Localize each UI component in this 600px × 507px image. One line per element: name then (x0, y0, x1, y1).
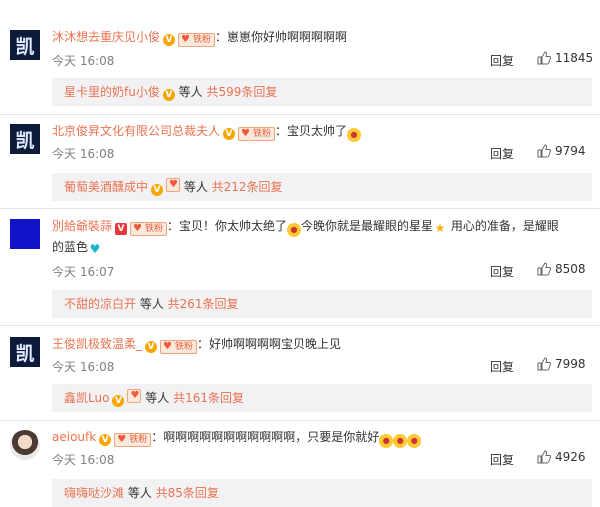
thumb-up-icon (537, 262, 551, 276)
like-button[interactable]: 11845 (537, 51, 593, 65)
emoji-icon: ● (379, 434, 394, 448)
reply-summary[interactable]: 嗨嗨哒沙滩 等人 共85条回复 (52, 479, 592, 507)
reply-button[interactable]: 回复 (490, 358, 514, 375)
like-button[interactable]: 8508 (537, 262, 586, 276)
reply-button[interactable]: 回复 (490, 145, 514, 162)
reply-button[interactable]: 回复 (490, 52, 514, 69)
reply-button[interactable]: 回复 (490, 263, 514, 280)
thumb-up-icon (537, 450, 551, 464)
reply-users[interactable]: 星卡里的奶fu小俊 (64, 85, 160, 99)
avatar[interactable] (10, 430, 40, 460)
username-link[interactable]: 別給爺裝蒜 (52, 219, 112, 233)
comment-text: ：宝贝太帅了 (275, 124, 348, 138)
reply-mid: 等人 (180, 180, 212, 194)
username-link[interactable]: 北京俊昇文化有限公司总裁夫人 (52, 124, 220, 138)
like-button[interactable]: 4926 (537, 450, 586, 464)
comment-time: 今天 16:08 (52, 54, 115, 68)
reply-summary[interactable]: 星卡里的奶fu小俊 V 等人 共599条回复 (52, 78, 592, 106)
thumb-up-icon (537, 51, 551, 65)
like-count: 9794 (555, 144, 586, 158)
like-button[interactable]: 9794 (537, 144, 586, 158)
reply-users[interactable]: 不甜的凉白开 (64, 297, 136, 311)
verified-v-icon: V (163, 34, 176, 46)
thumb-up-icon (537, 144, 551, 158)
verified-v-icon: V (162, 89, 175, 101)
reply-count-link[interactable]: 共212条回复 (212, 180, 283, 194)
reply-summary[interactable]: 鑫凯LuoV 等人 共161条回复 (52, 384, 592, 412)
heart-icon: ♥ (89, 242, 101, 256)
comment-text: ：好帅啊啊啊啊宝贝晚上见 (197, 337, 342, 351)
divider (0, 208, 600, 209)
fan-badge-icon: 铁粉 (178, 33, 216, 47)
verified-v-icon: V (145, 341, 158, 353)
fan-badge-icon: 铁粉 (114, 433, 152, 447)
verified-v-icon: V (112, 395, 125, 407)
emoji-icon: ● (287, 223, 302, 237)
fan-badge-icon: 铁粉 (130, 222, 168, 236)
avatar[interactable]: 凯 (10, 337, 40, 367)
reply-mid: 等人 (141, 391, 174, 405)
comment-time: 今天 16:08 (52, 453, 115, 467)
reply-users[interactable]: 葡萄美酒醺成中 (64, 180, 148, 194)
reply-button[interactable]: 回复 (490, 451, 514, 468)
username-link[interactable]: aeioufk (52, 430, 96, 444)
comment-text: 的蓝色 (52, 240, 89, 254)
reply-summary[interactable]: 葡萄美酒醺成中V 等人 共212条回复 (52, 173, 592, 201)
avatar[interactable]: 凯 (10, 124, 40, 154)
reply-mid: 等人 (174, 85, 207, 99)
fan-badge-icon (127, 389, 142, 403)
reply-count-link[interactable]: 共261条回复 (168, 297, 239, 311)
avatar[interactable] (10, 219, 40, 249)
like-count: 8508 (555, 262, 586, 276)
fan-badge-icon: 铁粉 (160, 340, 198, 354)
emoji-icon: ● (347, 128, 362, 142)
reply-count-link[interactable]: 共599条回复 (206, 85, 277, 99)
like-count: 7998 (555, 357, 586, 371)
comment-time: 今天 16:08 (52, 147, 115, 161)
reply-summary[interactable]: 不甜的凉白开 等人 共261条回复 (52, 290, 592, 318)
like-button[interactable]: 7998 (537, 357, 586, 371)
fan-badge-icon (166, 178, 181, 192)
comment-time: 今天 16:08 (52, 360, 115, 374)
like-count: 4926 (555, 450, 586, 464)
reply-count-link[interactable]: 共85条回复 (156, 486, 219, 500)
reply-count-link[interactable]: 共161条回复 (173, 391, 244, 405)
comment-text: ：啊啊啊啊啊啊啊啊啊啊啊，只要是你就好 (151, 430, 380, 444)
comment-time: 今天 16:07 (52, 265, 115, 279)
divider (0, 420, 600, 421)
username-link[interactable]: 沐沐想去重庆见小俊 (52, 30, 160, 44)
verified-v-icon: V (223, 128, 236, 140)
divider (0, 325, 600, 326)
reply-users[interactable]: 鑫凯Luo (64, 391, 109, 405)
reply-users[interactable]: 嗨嗨哒沙滩 (64, 486, 124, 500)
reply-mid: 等人 (124, 486, 156, 500)
verified-v-icon: V (115, 223, 128, 235)
comment-text: 今晚你就是最耀眼的星星 (301, 219, 434, 233)
avatar[interactable]: 凯 (10, 30, 40, 60)
username-link[interactable]: 王俊凯极致温柔_ (52, 337, 142, 351)
fan-badge-icon: 铁粉 (238, 127, 276, 141)
thumb-up-icon (537, 357, 551, 371)
star-icon: ★ (434, 221, 446, 235)
comment-text: ：宝贝！你太帅太绝了 (167, 219, 288, 233)
emoji-icon: ● (407, 434, 422, 448)
reply-mid: 等人 (136, 297, 168, 311)
comment-text: 用心的准备，是耀眼 (447, 219, 559, 233)
emoji-icon: ● (393, 434, 408, 448)
comment-text: ：崽崽你好帅啊啊啊啊啊 (215, 30, 348, 44)
verified-v-icon: V (151, 184, 164, 196)
verified-v-icon: V (99, 434, 112, 446)
like-count: 11845 (555, 51, 594, 65)
divider (0, 114, 600, 115)
